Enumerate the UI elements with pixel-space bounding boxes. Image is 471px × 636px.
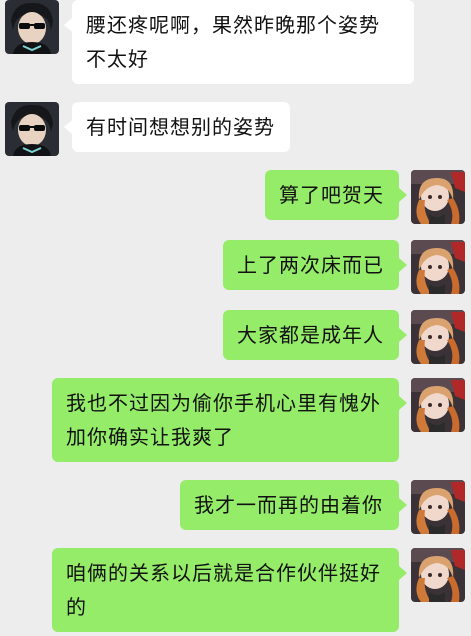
bubble-tail	[399, 328, 407, 342]
message-bubble-incoming[interactable]: 腰还疼呢啊，果然昨晚那个姿势不太好	[72, 0, 414, 84]
message-bubble-outgoing[interactable]: 我才一而再的由着你	[180, 480, 399, 530]
message-bubble-outgoing[interactable]: 大家都是成年人	[223, 310, 399, 360]
self-avatar[interactable]	[411, 240, 465, 294]
message-bubble-outgoing[interactable]: 我也不过因为偷你手机心里有愧外加你确实让我爽了	[52, 378, 399, 462]
anime-girl-avatar-icon	[411, 378, 465, 432]
anime-boy-sunglasses-avatar-icon	[5, 0, 59, 54]
self-avatar[interactable]	[411, 310, 465, 364]
contact-avatar[interactable]	[5, 102, 59, 156]
message-text: 我才一而再的由着你	[194, 493, 383, 517]
anime-boy-sunglasses-avatar-icon	[5, 102, 59, 156]
message-bubble-outgoing[interactable]: 算了吧贺天	[265, 170, 399, 220]
message-text: 有时间想想别的姿势	[86, 115, 275, 139]
bubble-tail	[399, 566, 407, 580]
bubble-tail	[399, 498, 407, 512]
message-text: 我也不过因为偷你手机心里有愧外加你确实让我爽了	[66, 391, 381, 449]
message-bubble-outgoing[interactable]: 咱俩的关系以后就是合作伙伴挺好的	[52, 548, 399, 632]
bubble-tail	[64, 120, 72, 134]
anime-girl-avatar-icon	[411, 480, 465, 534]
self-avatar[interactable]	[411, 378, 465, 432]
message-text: 上了两次床而已	[237, 253, 384, 277]
anime-girl-avatar-icon	[411, 548, 465, 602]
contact-avatar[interactable]	[5, 0, 59, 54]
message-text: 腰还疼呢啊，果然昨晚那个姿势不太好	[86, 13, 380, 71]
message-text: 大家都是成年人	[237, 323, 384, 347]
bubble-tail	[399, 258, 407, 272]
bubble-tail	[399, 396, 407, 410]
anime-girl-avatar-icon	[411, 170, 465, 224]
message-bubble-incoming[interactable]: 有时间想想别的姿势	[72, 102, 290, 152]
message-text: 咱俩的关系以后就是合作伙伴挺好的	[66, 561, 381, 619]
anime-girl-avatar-icon	[411, 240, 465, 294]
message-bubble-outgoing[interactable]: 上了两次床而已	[223, 240, 399, 290]
bubble-tail	[399, 188, 407, 202]
anime-girl-avatar-icon	[411, 310, 465, 364]
self-avatar[interactable]	[411, 170, 465, 224]
message-text: 算了吧贺天	[279, 183, 384, 207]
self-avatar[interactable]	[411, 548, 465, 602]
self-avatar[interactable]	[411, 480, 465, 534]
bubble-tail	[64, 18, 72, 32]
